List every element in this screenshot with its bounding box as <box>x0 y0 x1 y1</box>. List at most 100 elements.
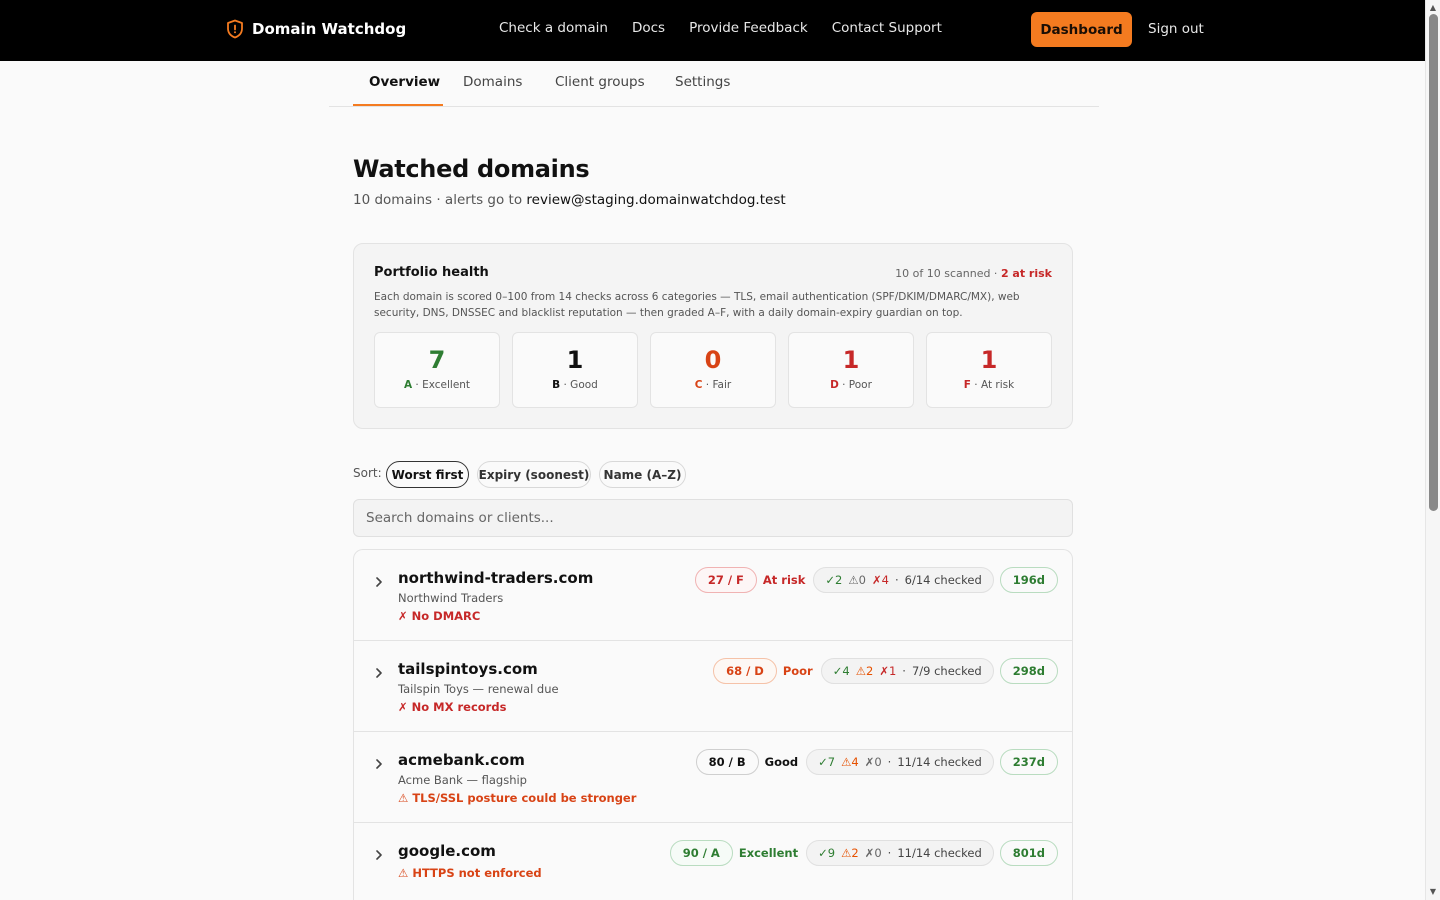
top-issue: ✗ No DMARC <box>398 609 481 623</box>
domain-row[interactable]: google.com ⚠ HTTPS not enforced 90 / A E… <box>354 823 1072 900</box>
portfolio-health-card: Portfolio health 10 of 10 scanned · 2 at… <box>353 243 1073 429</box>
chevron-right-icon[interactable] <box>374 664 384 678</box>
grade-card-f[interactable]: 1 F · At risk <box>926 332 1052 408</box>
warning-count: ⚠0 <box>848 573 867 587</box>
row-stats: 27 / F At risk ✓2 ⚠0 ✗4 · 6/14 checked 1… <box>694 567 1058 593</box>
check-summary: ✓2 ⚠0 ✗4 · 6/14 checked <box>813 567 994 593</box>
warning-count: ⚠4 <box>841 755 859 769</box>
separator-dot: · <box>887 846 892 860</box>
brand-link[interactable]: Domain Watchdog <box>226 19 406 39</box>
scan-status: 10 of 10 scanned · 2 at risk <box>895 267 1052 280</box>
tab-settings[interactable]: Settings <box>675 74 730 90</box>
nav-provide-feedback[interactable]: Provide Feedback <box>689 20 808 36</box>
page-subtitle: 10 domains · alerts go to review@staging… <box>353 192 786 208</box>
expiry-badge: 237d <box>999 749 1058 775</box>
top-bar: Domain Watchdog Check a domain Docs Prov… <box>0 0 1425 61</box>
failed-count: ✗0 <box>864 846 882 860</box>
score-badge: 27 / F <box>694 567 757 593</box>
top-issue: ✗ No MX records <box>398 700 507 714</box>
grade-count: 1 <box>980 346 998 374</box>
grade-label: B · Good <box>552 379 598 391</box>
grade-word: Excellent <box>738 846 799 860</box>
sort-label: Sort: <box>353 466 382 480</box>
passed-count: ✓2 <box>825 573 843 587</box>
sort-expiry-button[interactable]: Expiry (soonest) <box>477 461 591 488</box>
checked-count: 11/14 checked <box>897 846 982 860</box>
scanned-count: 10 of 10 scanned · <box>895 267 1001 280</box>
row-stats: 90 / A Excellent ✓9 ⚠2 ✗0 · 11/14 checke… <box>669 840 1058 866</box>
row-stats: 80 / B Good ✓7 ⚠4 ✗0 · 11/14 checked 237… <box>695 749 1058 775</box>
grade-label: D · Poor <box>830 379 872 391</box>
nav-check-domain[interactable]: Check a domain <box>499 20 608 36</box>
checked-count: 11/14 checked <box>897 755 982 769</box>
scroll-thumb[interactable] <box>1429 14 1438 511</box>
chevron-right-icon[interactable] <box>374 573 384 587</box>
search-input[interactable] <box>353 499 1073 537</box>
scoring-description: Each domain is scored 0–100 from 14 chec… <box>374 291 1020 319</box>
top-nav: Check a domain Docs Provide Feedback Con… <box>499 20 942 36</box>
grade-card-d[interactable]: 1 D · Poor <box>788 332 914 408</box>
passed-count: ✓4 <box>832 664 850 678</box>
sign-out-link[interactable]: Sign out <box>1148 21 1204 37</box>
grade-word: Good <box>764 755 799 769</box>
tab-overview[interactable]: Overview <box>369 74 440 90</box>
expiry-badge: 801d <box>999 840 1058 866</box>
check-summary: ✓9 ⚠2 ✗0 · 11/14 checked <box>806 840 994 866</box>
domain-count-text: 10 domains · alerts go to <box>353 192 527 208</box>
shield-alert-icon <box>226 19 244 39</box>
warning-count: ⚠2 <box>855 664 874 678</box>
top-issue: ⚠ TLS/SSL posture could be stronger <box>398 791 637 805</box>
dashboard-button[interactable]: Dashboard <box>1031 12 1132 47</box>
scroll-down-icon[interactable]: ▼ <box>1429 888 1437 896</box>
expiry-badge: 298d <box>999 658 1058 684</box>
top-issue: ⚠ HTTPS not enforced <box>398 866 542 880</box>
domain-row[interactable]: tailspintoys.com Tailspin Toys — renewal… <box>354 641 1072 732</box>
grade-count: 1 <box>842 346 860 374</box>
domain-name: google.com <box>398 842 496 860</box>
grade-card-c[interactable]: 0 C · Fair <box>650 332 776 408</box>
failed-count: ✗4 <box>872 573 889 587</box>
nav-docs[interactable]: Docs <box>632 20 665 36</box>
check-summary: ✓4 ⚠2 ✗1 · 7/9 checked <box>820 658 994 684</box>
warning-count: ⚠2 <box>841 846 859 860</box>
domain-row[interactable]: acmebank.com Acme Bank — flagship ⚠ TLS/… <box>354 732 1072 823</box>
grade-label: C · Fair <box>694 379 732 391</box>
sort-worst-first-button[interactable]: Worst first <box>386 461 469 488</box>
failed-count: ✗0 <box>864 755 882 769</box>
client-name: Acme Bank — flagship <box>398 773 527 787</box>
grade-word: Poor <box>782 664 813 678</box>
section-tabs: Overview Domains Client groups Settings <box>329 61 1099 107</box>
domain-list: northwind-traders.com Northwind Traders … <box>353 549 1073 900</box>
grade-count: 1 <box>566 346 584 374</box>
chevron-right-icon[interactable] <box>374 755 384 769</box>
portfolio-health-title: Portfolio health <box>374 265 489 280</box>
check-summary: ✓7 ⚠4 ✗0 · 11/14 checked <box>806 749 994 775</box>
score-badge: 80 / B <box>695 749 759 775</box>
tab-client-groups[interactable]: Client groups <box>555 74 645 90</box>
alert-email: review@staging.domainwatchdog.test <box>526 192 786 208</box>
grade-card-b[interactable]: 1 B · Good <box>512 332 638 408</box>
grade-card-a[interactable]: 7 A · Excellent <box>374 332 500 408</box>
separator-dot: · <box>902 664 906 678</box>
nav-contact-support[interactable]: Contact Support <box>832 20 942 36</box>
chevron-right-icon[interactable] <box>374 846 384 860</box>
sort-name-button[interactable]: Name (A–Z) <box>599 461 686 488</box>
checked-count: 6/14 checked <box>904 573 982 587</box>
separator-dot: · <box>887 755 892 769</box>
passed-count: ✓7 <box>818 755 836 769</box>
at-risk-count: 2 at risk <box>1000 267 1052 280</box>
grade-count: 0 <box>704 346 722 374</box>
page-scrollbar[interactable]: ▲ ▼ <box>1425 0 1440 900</box>
client-name: Tailspin Toys — renewal due <box>398 682 559 696</box>
domain-row[interactable]: northwind-traders.com Northwind Traders … <box>354 550 1072 641</box>
page-title: Watched domains <box>353 155 590 183</box>
scroll-up-icon[interactable]: ▲ <box>1429 4 1437 12</box>
tab-domains[interactable]: Domains <box>463 74 522 90</box>
grade-word: At risk <box>762 573 806 587</box>
checked-count: 7/9 checked <box>911 664 982 678</box>
passed-count: ✓9 <box>818 846 836 860</box>
row-stats: 68 / D Poor ✓4 ⚠2 ✗1 · 7/9 checked 298d <box>713 658 1058 684</box>
active-tab-indicator <box>353 104 443 106</box>
grade-label: A · Excellent <box>403 379 471 391</box>
client-name: Northwind Traders <box>398 591 504 605</box>
